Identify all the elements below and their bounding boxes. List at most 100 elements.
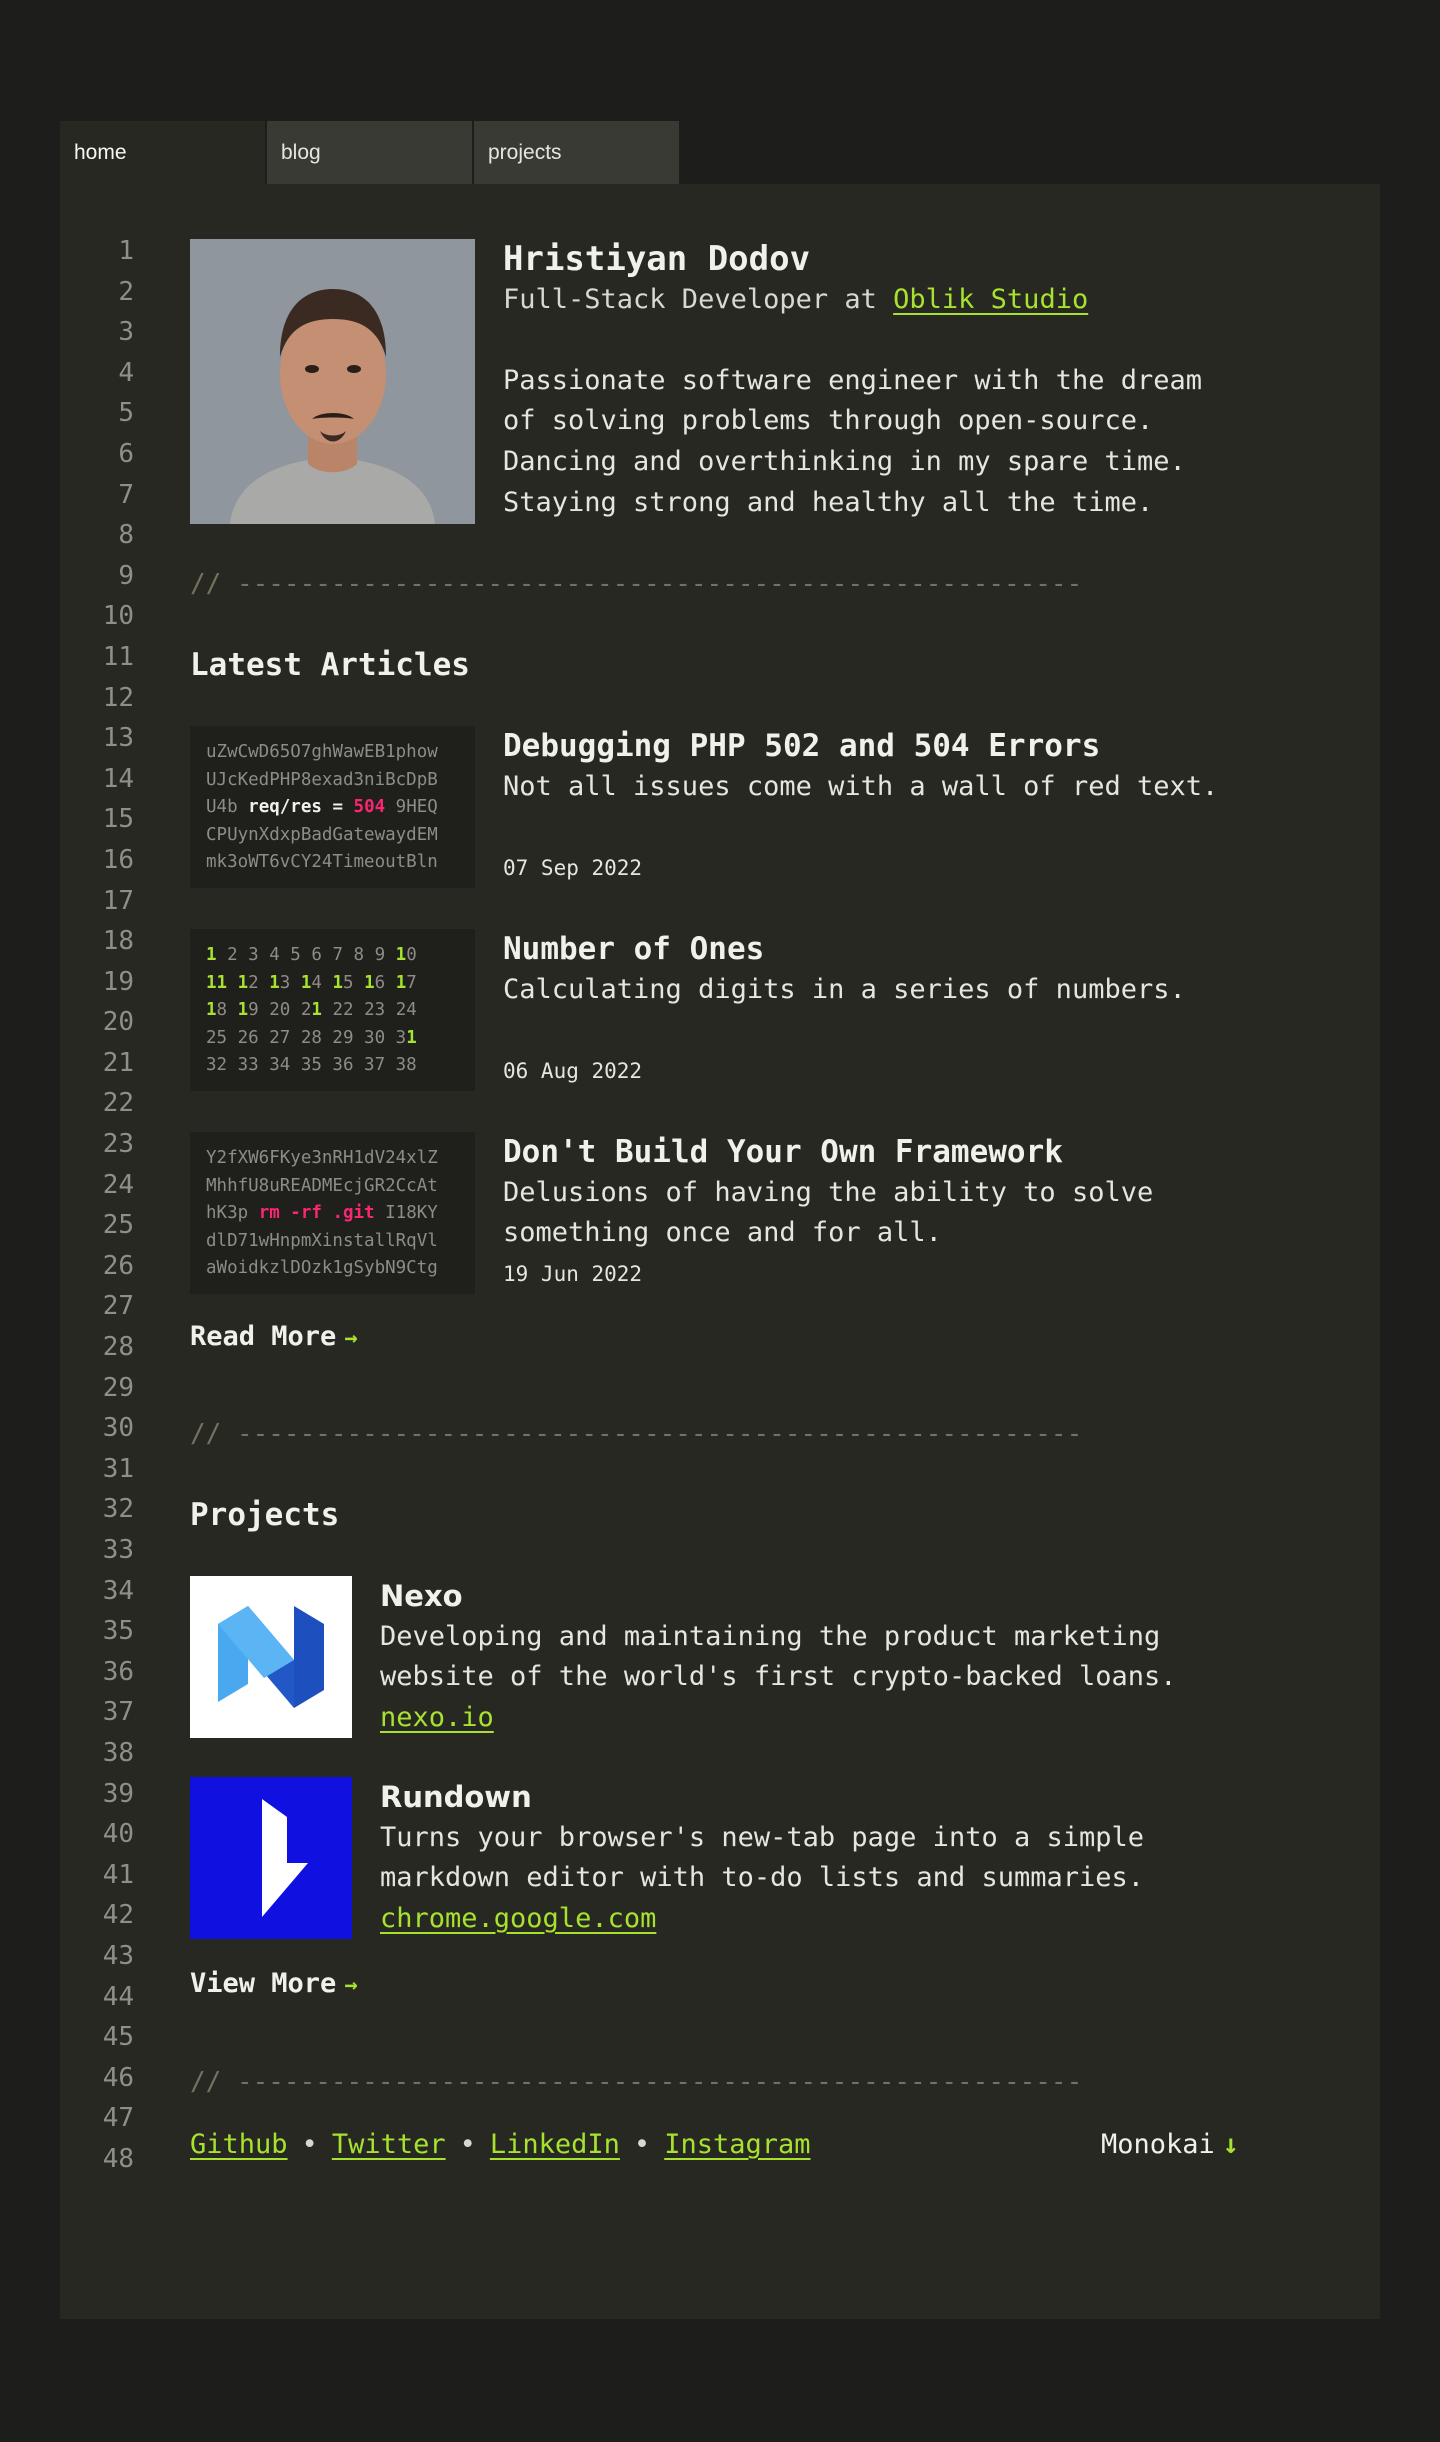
editor-panel: 1 2 3 4 5 6 7 8 9 10 11 12 13 14 15 16 17 18 19 20 21 22 23 24 2… <box>60 184 1380 2319</box>
thumb-highlight: 1 <box>206 1000 217 1020</box>
line-number: 2 <box>118 276 134 307</box>
projects-heading: Projects <box>190 1497 340 1533</box>
view-more-link[interactable]: View More → <box>190 1964 358 2007</box>
article-title[interactable]: Debugging PHP 502 and 504 Errors <box>503 726 1303 767</box>
twitter-link[interactable]: Twitter <box>332 2129 446 2160</box>
article-text: Don't Build Your Own Framework Delusions… <box>503 1132 1303 1294</box>
article-title[interactable]: Don't Build Your Own Framework <box>503 1132 1303 1173</box>
line-number: 8 <box>118 520 134 551</box>
thumb-highlight: 11 <box>206 972 228 993</box>
avatar <box>190 239 475 524</box>
line-number: 25 <box>102 1210 134 1241</box>
thumb-highlight: 1 <box>332 972 344 993</box>
github-link[interactable]: Github <box>190 2129 288 2160</box>
line-number-gutter: 1 2 3 4 5 6 7 8 9 10 11 12 13 14 15 16 17 18 19 20 21 22 23 24 2… <box>60 231 134 2180</box>
project-name[interactable]: Rundown <box>380 1777 1280 1818</box>
article-text: Debugging PHP 502 and 504 Errors Not all… <box>503 726 1303 888</box>
thumb-keyword: req/res <box>248 797 322 817</box>
line-number: 5 <box>118 398 134 429</box>
profile-name: Hristiyan Dodov <box>503 239 811 279</box>
line-number: 44 <box>102 1981 134 2012</box>
tab-blog[interactable]: blog <box>267 121 472 184</box>
project-description: Turns your browser's new-tab page into a… <box>380 1821 1145 1894</box>
project-link[interactable]: chrome.google.com <box>380 1903 656 1934</box>
project-item[interactable]: Rundown Turns your browser's new-tab pag… <box>190 1777 1320 1939</box>
section-divider: // -------------------------------------… <box>190 569 1083 599</box>
line-number: 45 <box>102 2022 134 2053</box>
thumb-text: 6 <box>374 972 396 993</box>
line-number: 19 <box>102 966 134 997</box>
thumb-highlight: 1 <box>311 1000 322 1020</box>
article-description: Not all issues come with a wall of red t… <box>503 770 1219 802</box>
thumb-text: 7 <box>406 972 417 993</box>
project-text: Nexo Developing and maintaining the prod… <box>380 1576 1280 1738</box>
thumb-line: 1 2 3 4 5 6 7 8 9 10 <box>206 942 459 970</box>
project-description: Developing and maintaining the product m… <box>380 1620 1177 1693</box>
thumb-text: 4 <box>311 972 333 993</box>
thumb-highlight: 1 <box>237 1000 249 1020</box>
article-thumbnail: Y2fXW6FKye3nRH1dV24xlZ MhhfU8uREADMEcjGR2… <box>190 1132 475 1294</box>
line-number: 12 <box>102 682 134 713</box>
line-number: 36 <box>102 1656 134 1687</box>
project-link[interactable]: nexo.io <box>380 1702 494 1733</box>
line-number: 38 <box>102 1737 134 1768</box>
thumb-text: 8 <box>216 1000 238 1020</box>
line-number: 15 <box>102 804 134 835</box>
articles-heading: Latest Articles <box>190 647 470 683</box>
thumb-line: dlD71wHnpmXinstallRqVl <box>206 1230 438 1251</box>
line-number: 11 <box>102 641 134 672</box>
theme-switcher[interactable]: Monokai ↓ <box>1101 2125 1239 2166</box>
thumb-line: 25 26 27 28 29 30 31 <box>206 1025 459 1053</box>
line-number: 34 <box>102 1575 134 1606</box>
thumb-text: 5 <box>343 972 365 993</box>
read-more-link[interactable]: Read More → <box>190 1317 358 1360</box>
line-number: 29 <box>102 1372 134 1403</box>
thumb-highlight: 1 <box>406 1027 417 1048</box>
thumb-line: hK3p rm -rf .git I18KY <box>206 1200 459 1228</box>
article-thumbnail: 1 2 3 4 5 6 7 8 9 10 11 12 13 14 15 16 17… <box>190 929 475 1091</box>
article-date: 07 Sep 2022 <box>503 855 643 880</box>
article-date: 19 Jun 2022 <box>503 1261 643 1286</box>
article-item[interactable]: uZwCwD65O7ghWawEB1phow UJcKedPHP8exad3niB… <box>190 726 1320 888</box>
thumb-text: 9HEQ <box>385 797 438 817</box>
thumb-text: 22 23 24 <box>321 1000 417 1020</box>
article-date: 06 Aug 2022 <box>503 1058 643 1083</box>
article-title[interactable]: Number of Ones <box>503 929 1303 970</box>
thumb-line: MhhfU8uREADMEcjGR2CcAt <box>206 1175 438 1196</box>
article-item[interactable]: 1 2 3 4 5 6 7 8 9 10 11 12 13 14 15 16 17… <box>190 929 1320 1091</box>
thumb-highlight: 1 <box>237 972 249 993</box>
view-more-label: View More <box>190 1968 337 1999</box>
theme-label: Monokai <box>1101 2129 1215 2160</box>
thumb-line: 18 19 20 21 22 23 24 <box>206 997 459 1025</box>
thumb-highlight: 504 <box>353 797 386 817</box>
instagram-link[interactable]: Instagram <box>664 2129 810 2160</box>
tab-home[interactable]: home <box>60 121 265 184</box>
line-number: 46 <box>102 2062 134 2093</box>
line-number: 37 <box>102 1697 134 1728</box>
line-number: 4 <box>118 357 134 388</box>
project-item[interactable]: Nexo Developing and maintaining the prod… <box>190 1576 1320 1738</box>
section-divider: // -------------------------------------… <box>190 1419 1083 1449</box>
line-number: 24 <box>102 1169 134 1200</box>
thumb-highlight: rm -rf .git <box>258 1203 375 1223</box>
article-item[interactable]: Y2fXW6FKye3nRH1dV24xlZ MhhfU8uREADMEcjGR2… <box>190 1132 1320 1294</box>
thumb-text: hK3p <box>206 1203 259 1223</box>
article-description: Calculating digits in a series of number… <box>503 973 1186 1005</box>
profile-role: Full-Stack Developer at Oblik Studio <box>503 280 1303 321</box>
company-link[interactable]: Oblik Studio <box>893 284 1088 315</box>
thumb-text: 9 20 2 <box>248 1000 312 1020</box>
linkedin-link[interactable]: LinkedIn <box>490 2129 620 2160</box>
project-name[interactable]: Nexo <box>380 1576 1280 1617</box>
thumb-text <box>227 973 238 993</box>
line-number: 1 <box>118 236 134 266</box>
thumb-text: U4b <box>206 797 249 817</box>
project-text: Rundown Turns your browser's new-tab pag… <box>380 1777 1280 1939</box>
thumb-operator: = <box>321 797 354 817</box>
thumb-line: Y2fXW6FKye3nRH1dV24xlZ <box>206 1148 438 1168</box>
nexo-logo-icon <box>190 1576 352 1738</box>
line-number: 18 <box>102 926 134 957</box>
tab-projects[interactable]: projects <box>474 121 679 184</box>
thumb-text: I18KY <box>374 1203 438 1223</box>
thumb-line: mk3oWT6vCY24TimeoutBln <box>206 852 438 872</box>
thumb-text: 32 33 34 35 36 37 38 <box>206 1055 417 1075</box>
